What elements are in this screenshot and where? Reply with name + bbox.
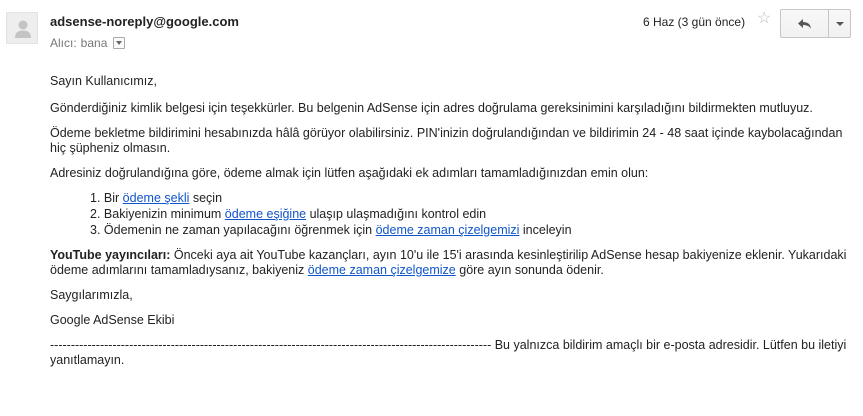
- footer-note: ----------------------------------------…: [50, 338, 850, 368]
- recipient-details-toggle[interactable]: [113, 37, 126, 49]
- step-number: 1.: [90, 191, 101, 205]
- reply-arrow-icon: [797, 18, 811, 28]
- closing: Saygılarımızla,: [50, 288, 133, 302]
- step-number: 3.: [90, 223, 101, 237]
- youtube-text: göre ayın sonunda ödenir.: [455, 263, 604, 277]
- step-text: Bir: [103, 191, 123, 205]
- paragraph-1: Gönderdiğiniz kimlik belgesi için teşekk…: [50, 101, 813, 115]
- list-item: 2. Bakiyenizin minimum ödeme eşiğine ula…: [90, 207, 850, 222]
- sender-email[interactable]: adsense-noreply@google.com: [50, 14, 239, 29]
- step-text: ulaşıp ulaşmadığını kontrol edin: [306, 207, 487, 221]
- recipient-name: bana: [80, 36, 108, 50]
- message-date: 6 Haz (3 gün önce): [643, 15, 746, 29]
- person-placeholder-icon: [15, 20, 31, 38]
- message-body: Sayın Kullanıcımız, Gönderdiğiniz kimlik…: [50, 74, 850, 378]
- divider-line: ----------------------------------------…: [50, 338, 492, 352]
- more-actions-button[interactable]: [829, 9, 851, 38]
- recipient-row: Alıcı: bana: [50, 36, 126, 50]
- message-actions: [780, 9, 851, 38]
- greeting: Sayın Kullanıcımız,: [50, 74, 157, 88]
- chevron-down-icon: [835, 21, 844, 26]
- star-outline-icon[interactable]: ☆: [757, 11, 771, 27]
- step-text: Ödemenin ne zaman yapılacağını öğrenmek …: [103, 223, 376, 237]
- payment-threshold-link[interactable]: ödeme eşiğine: [225, 207, 306, 221]
- reply-button[interactable]: [780, 9, 829, 38]
- step-text: seçin: [189, 191, 223, 205]
- paragraph-3: Adresiniz doğrulandığına göre, ödeme alm…: [50, 166, 649, 180]
- steps-list: 1. Bir ödeme şekli seçin 2. Bakiyenizin …: [90, 191, 850, 238]
- step-number: 2.: [90, 207, 101, 221]
- recipient-label: Alıcı:: [50, 36, 77, 50]
- list-item: 1. Bir ödeme şekli seçin: [90, 191, 850, 206]
- step-text: Bakiyenizin minimum: [103, 207, 225, 221]
- list-item: 3. Ödemenin ne zaman yapılacağını öğrenm…: [90, 223, 850, 238]
- youtube-schedule-link[interactable]: ödeme zaman çizelgemize: [308, 263, 456, 277]
- youtube-paragraph: YouTube yayıncıları: Önceki aya ait YouT…: [50, 248, 850, 278]
- step-text: inceleyin: [519, 223, 572, 237]
- youtube-label: YouTube yayıncıları:: [50, 248, 171, 262]
- payment-method-link[interactable]: ödeme şekli: [123, 191, 190, 205]
- sender-avatar: [6, 12, 38, 44]
- signature: Google AdSense Ekibi: [50, 313, 175, 327]
- paragraph-2: Ödeme bekletme bildirimini hesabınızda h…: [50, 126, 843, 155]
- payment-schedule-link[interactable]: ödeme zaman çizelgemizi: [376, 223, 520, 237]
